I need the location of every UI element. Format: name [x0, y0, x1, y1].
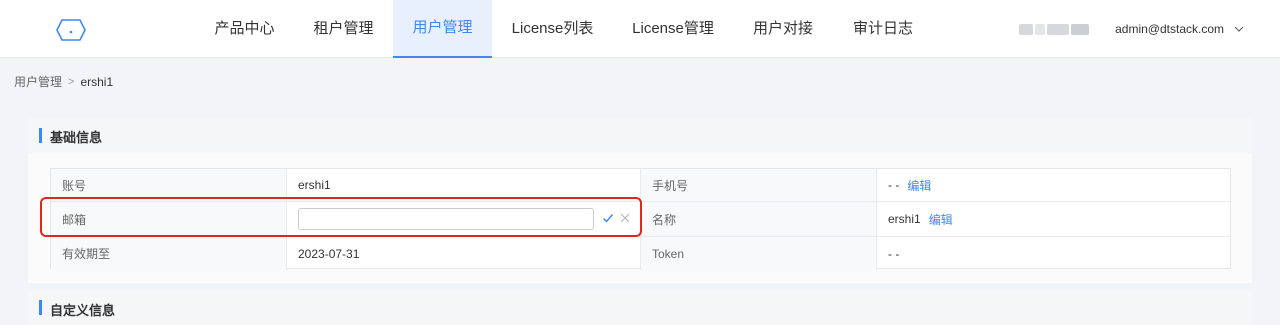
- nav-item-user-management[interactable]: 用户管理: [393, 0, 492, 58]
- value-phone-cell: - - 编辑: [877, 169, 1230, 201]
- label-phone: 手机号: [641, 169, 877, 201]
- user-menu[interactable]: admin@dtstack.com: [1019, 0, 1244, 58]
- section-accent-bar: [39, 128, 42, 143]
- logo-icon[interactable]: [56, 18, 86, 42]
- value-token: - -: [888, 246, 900, 261]
- breadcrumb-parent[interactable]: 用户管理: [14, 73, 62, 90]
- nav-item-license-management[interactable]: License管理: [613, 0, 733, 58]
- nav-item-user-integration[interactable]: 用户对接: [733, 0, 833, 58]
- blurred-avatar: [1019, 23, 1090, 35]
- nav-item-product-center[interactable]: 产品中心: [195, 0, 294, 58]
- basic-info-title: 基础信息: [50, 130, 103, 145]
- breadcrumb-separator: >: [68, 75, 75, 88]
- top-navigation-bar: 产品中心 租户管理 用户管理 License列表 License管理 用户对接 …: [0, 0, 1280, 58]
- label-expiry: 有效期至: [51, 237, 287, 270]
- edit-phone-link[interactable]: 编辑: [907, 177, 931, 194]
- breadcrumb-current: ershi1: [80, 74, 114, 89]
- nav-item-license-list[interactable]: License列表: [492, 0, 613, 58]
- section-accent-bar: [39, 300, 42, 315]
- nav-item-tenant-management[interactable]: 租户管理: [294, 0, 393, 58]
- chevron-down-icon[interactable]: [1234, 24, 1244, 34]
- value-name-cell: ershi1 编辑: [877, 202, 1230, 236]
- value-expiry: 2023-07-31: [287, 237, 641, 270]
- breadcrumb: 用户管理 > ershi1: [14, 73, 113, 90]
- value-name: ershi1: [888, 212, 921, 226]
- table-row-expiry: 有效期至 2023-07-31 Token - -: [51, 237, 1230, 270]
- label-name: 名称: [641, 202, 877, 236]
- email-row-highlight-box: [40, 197, 642, 237]
- custom-info-card: 自定义信息: [28, 291, 1252, 325]
- value-phone: - -: [888, 178, 900, 192]
- main-nav: 产品中心 租户管理 用户管理 License列表 License管理 用户对接 …: [195, 0, 933, 58]
- custom-info-title: 自定义信息: [50, 303, 116, 318]
- user-email[interactable]: admin@dtstack.com: [1115, 22, 1224, 36]
- edit-name-link[interactable]: 编辑: [929, 211, 953, 228]
- basic-info-header: 基础信息: [28, 118, 1252, 153]
- label-token: Token: [641, 237, 877, 270]
- nav-item-audit-log[interactable]: 审计日志: [833, 0, 933, 58]
